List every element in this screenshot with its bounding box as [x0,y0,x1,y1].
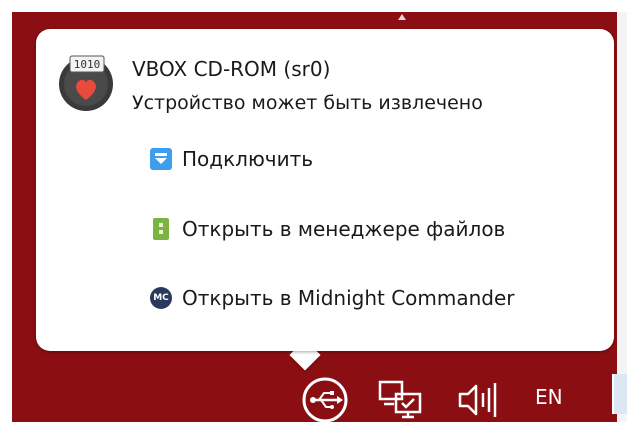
usb-icon[interactable] [297,372,353,428]
midnight-commander-icon: MC [150,287,172,309]
open-midnight-commander-label: Открыть в Midnight Commander [182,286,515,310]
mount-button[interactable]: Подключить [150,143,313,175]
file-manager-icon [153,218,169,240]
open-file-manager-button[interactable]: Открыть в менеджере файлов [150,213,505,245]
device-icon-badge: 1010 [74,58,101,71]
device-status: Устройство может быть извлечено [132,92,483,114]
device-title: VBOX CD-ROM (sr0) [132,57,331,81]
open-file-manager-label: Открыть в менеджере файлов [182,217,506,241]
open-midnight-commander-button[interactable]: MC Открыть в Midnight Commander [150,282,515,314]
mount-icon [150,148,172,170]
tray-button-edge[interactable] [612,374,627,414]
volume-icon[interactable] [456,378,500,422]
caret-icon [398,14,406,20]
screen-edge [617,12,627,422]
optical-disc-icon: 1010 [59,55,113,111]
keyboard-layout-indicator[interactable]: EN [535,385,563,409]
removable-device-popup: 1010 VBOX CD-ROM (sr0) Устройство может … [36,29,614,351]
mount-label: Подключить [182,147,314,171]
display-icon[interactable] [376,378,424,424]
